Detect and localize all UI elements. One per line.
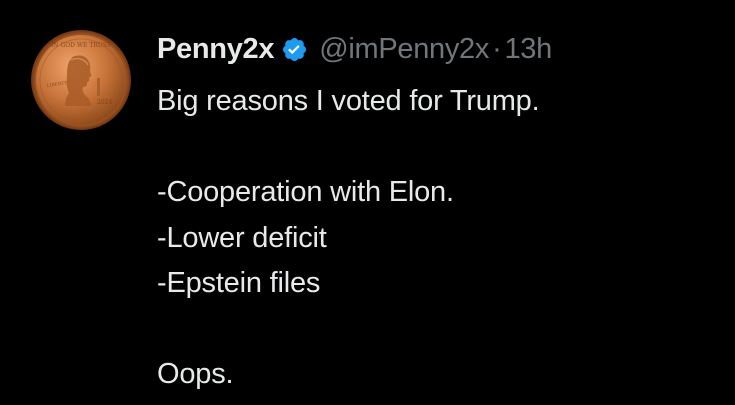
tweet-header: Penny2x @imPenny2x · 13h [157, 27, 552, 71]
avatar[interactable]: IN GOD WE TRUST LIBERTY 2024 [31, 30, 131, 130]
timestamp[interactable]: 13h [504, 33, 552, 66]
header-separator: · [492, 32, 502, 65]
tweet-text: Big reasons I voted for Trump. -Cooperat… [157, 79, 717, 398]
display-name[interactable]: Penny2x [157, 33, 274, 66]
verified-badge-icon [281, 36, 308, 63]
tweet-line: -Lower deficit [157, 221, 327, 254]
tweet-line: -Epstein files [157, 267, 321, 299]
tweet[interactable]: IN GOD WE TRUST LIBERTY 2024 Penny2x @im… [0, 0, 735, 405]
tweet-line: Oops. [157, 358, 234, 390]
penny-coin-avatar-icon: IN GOD WE TRUST LIBERTY 2024 [31, 30, 131, 130]
tweet-line [157, 307, 717, 353]
svg-text:IN GOD WE TRUST: IN GOD WE TRUST [51, 42, 111, 49]
tweet-line [157, 125, 717, 171]
svg-text:2024: 2024 [97, 99, 112, 106]
tweet-line: Big reasons I voted for Trump. [157, 85, 540, 117]
user-handle[interactable]: @imPenny2x [319, 33, 489, 66]
tweet-line: -Cooperation with Elon. [157, 176, 454, 208]
